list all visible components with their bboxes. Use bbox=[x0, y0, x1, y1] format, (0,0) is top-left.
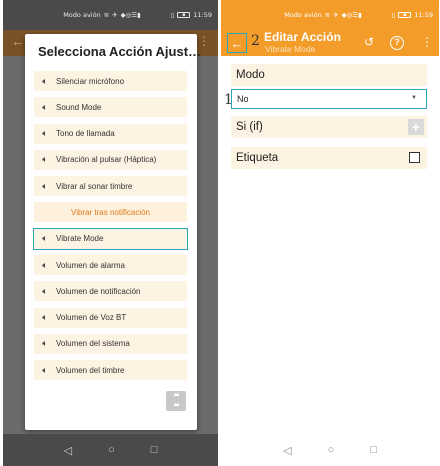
dialog-title: Selecciona Acción Ajust… bbox=[38, 44, 202, 59]
if-condition-row: Si (if) + bbox=[231, 116, 427, 138]
speaker-icon: 🔈︎ bbox=[42, 180, 48, 191]
list-item[interactable]: 🔈︎ Silenciar micrófono bbox=[34, 71, 187, 91]
wifi-icon: ≋ bbox=[324, 11, 331, 19]
list-item-label: Vibrar al sonar timbre bbox=[56, 181, 133, 191]
list-section-header: Vibrar tras notificación bbox=[34, 202, 187, 223]
list-item-label: Vibrar tras notificación bbox=[71, 207, 150, 217]
speaker-icon: 🔈︎ bbox=[42, 154, 48, 165]
status-bar: Modo avión ≋ ✈ ◆◎☰▮ ▯ ▪ 11:59 bbox=[3, 0, 218, 30]
nav-back-icon[interactable]: ◁ bbox=[283, 444, 291, 457]
plus-icon: + bbox=[411, 119, 421, 135]
list-item-label: Volumen del timbre bbox=[56, 365, 125, 375]
left-screen: Modo avión ≋ ✈ ◆◎☰▮ ▯ ▪ 11:59 ← ⋮ Selecc… bbox=[3, 0, 218, 466]
navigation-bar: ◁ ○ □ bbox=[221, 434, 439, 466]
vibrate-icon: ▯ bbox=[170, 11, 175, 19]
undo-icon[interactable]: ↺ bbox=[364, 35, 374, 49]
list-item-label: Volumen de notificación bbox=[56, 286, 141, 296]
list-item[interactable]: 🔈︎ Vibración al pulsar (Háptica) bbox=[34, 149, 187, 170]
grid-view-button[interactable]: ▪▪ ▪▪ bbox=[166, 391, 186, 411]
notification-icons: ◆◎☰▮ bbox=[120, 11, 141, 19]
notification-icons: ◆◎☰▮ bbox=[341, 11, 362, 19]
list-item[interactable]: 🔈︎ Tono de llamada bbox=[34, 123, 187, 144]
clock: 11:59 bbox=[414, 11, 433, 19]
mode-label: Modo bbox=[236, 69, 265, 81]
annotation-label-2: 2 bbox=[251, 33, 260, 49]
speaker-icon: 🔈︎ bbox=[42, 259, 48, 270]
navigation-bar: ◁ ○ □ bbox=[3, 434, 218, 466]
nav-recents-icon[interactable]: □ bbox=[151, 444, 158, 456]
wifi-icon: ≋ bbox=[103, 11, 110, 19]
vibrate-icon: ▯ bbox=[391, 11, 396, 19]
airplane-icon: ✈ bbox=[112, 11, 118, 19]
speaker-icon: 🔈︎ bbox=[42, 101, 48, 112]
mode-select[interactable]: No ▼ bbox=[231, 89, 427, 109]
nav-recents-icon[interactable]: □ bbox=[370, 444, 377, 456]
list-item-label: Volumen de alarma bbox=[56, 260, 125, 270]
list-item-label: Tono de llamada bbox=[56, 129, 115, 139]
help-icon[interactable]: ? bbox=[390, 36, 404, 50]
nav-home-icon[interactable]: ○ bbox=[108, 444, 115, 456]
right-screen: Modo avión ≋ ✈ ◆◎☰▮ ▯ ▪ 11:59 ← 2 Editar… bbox=[221, 0, 439, 466]
app-bar: ← 2 Editar Acción Vibrate Mode ↺ ? ⋮ bbox=[221, 30, 439, 56]
select-action-dialog: Selecciona Acción Ajust… 🔈︎ Silenciar mic… bbox=[25, 34, 201, 430]
status-bar: Modo avión ≋ ✈ ◆◎☰▮ ▯ ▪ 11:59 bbox=[221, 0, 439, 30]
list-item[interactable]: 🔈︎ Volumen de alarma bbox=[34, 255, 187, 276]
chevron-down-icon: ▼ bbox=[411, 95, 417, 101]
list-item-label: Silenciar micrófono bbox=[56, 76, 125, 86]
battery-icon: ▪ bbox=[398, 12, 412, 18]
tag-row: Etiqueta bbox=[231, 147, 427, 169]
page-title: Editar Acción bbox=[264, 30, 341, 44]
speaker-icon: 🔈︎ bbox=[42, 285, 48, 296]
back-button[interactable]: ← bbox=[227, 33, 247, 53]
more-options-icon[interactable]: ⋮ bbox=[421, 35, 433, 49]
page-subtitle: Vibrate Mode bbox=[265, 44, 316, 54]
list-item[interactable]: 🔈︎ Volumen del sistema bbox=[34, 333, 187, 354]
speaker-icon: 🔈︎ bbox=[42, 338, 48, 349]
battery-icon: ▪ bbox=[177, 12, 191, 18]
airplane-icon: ✈ bbox=[333, 11, 339, 19]
tag-label: Etiqueta bbox=[236, 152, 279, 164]
list-item[interactable]: 🔈︎ Volumen del timbre bbox=[34, 360, 187, 381]
back-arrow-icon: ← bbox=[230, 35, 244, 51]
action-list: 🔈︎ Silenciar micrófono 🔈︎ Sound Mode 🔈︎ Tono … bbox=[33, 71, 188, 387]
clock: 11:59 bbox=[193, 11, 212, 19]
grid-icon: ▪▪ ▪▪ bbox=[173, 390, 179, 411]
nav-home-icon[interactable]: ○ bbox=[328, 444, 335, 456]
list-item-label: Volumen del sistema bbox=[56, 339, 130, 349]
dimmed-back-arrow-icon: ← bbox=[11, 33, 25, 49]
list-item[interactable]: 🔈︎ Vibrate Mode bbox=[33, 227, 188, 250]
tag-checkbox[interactable] bbox=[409, 152, 420, 163]
mode-select-value: No bbox=[237, 94, 249, 104]
list-item[interactable]: 🔈︎ Sound Mode bbox=[34, 97, 187, 118]
speaker-icon: 🔈︎ bbox=[42, 128, 48, 139]
list-item-label: Vibración al pulsar (Háptica) bbox=[56, 155, 157, 165]
speaker-icon: 🔈︎ bbox=[42, 364, 48, 375]
speaker-icon: 🔈︎ bbox=[42, 233, 48, 244]
list-item-label: Volumen de Voz BT bbox=[56, 313, 127, 323]
add-condition-button[interactable]: + bbox=[408, 119, 424, 135]
list-item[interactable]: 🔈︎ Volumen de notificación bbox=[34, 281, 187, 302]
carrier-text: Modo avión bbox=[63, 11, 101, 19]
if-label: Si (if) bbox=[236, 121, 263, 133]
list-item-label: Vibrate Mode bbox=[56, 234, 104, 244]
mode-label-row: Modo bbox=[231, 64, 427, 86]
speaker-icon: 🔈︎ bbox=[42, 75, 48, 86]
speaker-icon: 🔈︎ bbox=[42, 312, 48, 323]
list-item-label: Sound Mode bbox=[56, 102, 102, 112]
list-item[interactable]: 🔈︎ Vibrar al sonar timbre bbox=[34, 176, 187, 197]
nav-back-icon[interactable]: ◁ bbox=[64, 444, 72, 457]
carrier-text: Modo avión bbox=[284, 11, 322, 19]
list-item[interactable]: 🔈︎ Volumen de Voz BT bbox=[34, 307, 187, 328]
